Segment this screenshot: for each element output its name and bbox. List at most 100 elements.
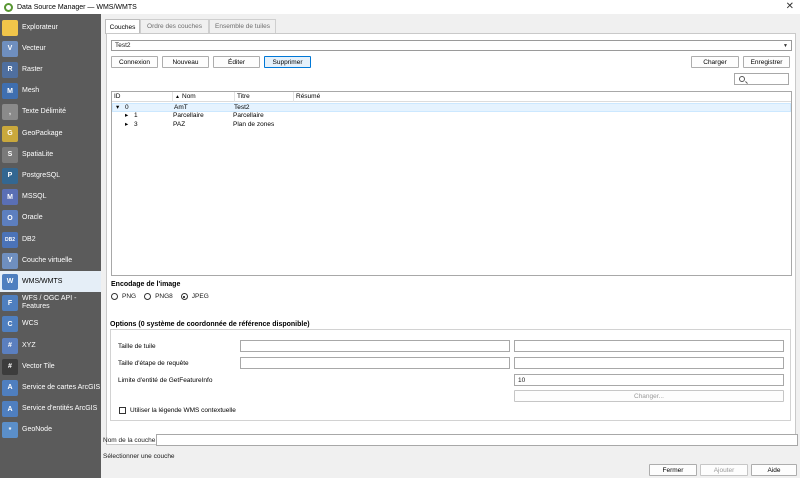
arcgis-map-icon: A (2, 379, 18, 396)
contextual-legend-checkbox[interactable] (119, 407, 126, 414)
main-area: Couches Ordre des couches Ensemble de tu… (101, 14, 800, 478)
tab-couches[interactable]: Couches (105, 19, 140, 34)
tile-height-input[interactable] (514, 340, 784, 352)
title-bar: Data Source Manager — WMS/WMTS ✕ (0, 0, 800, 14)
image-encoding-options: PNG PNG8 JPEG (111, 293, 217, 300)
sidebar-item-label: Texte Délimité (22, 108, 66, 116)
layer-name-label: Nom de la couche (103, 437, 156, 444)
wms-globe-icon: W (2, 273, 18, 290)
sidebar-item[interactable]: C WCS (0, 314, 101, 335)
sidebar-item[interactable]: # XYZ (0, 335, 101, 356)
arcgis-feature-icon: A (2, 401, 18, 418)
mesh-icon: M (2, 83, 18, 100)
step-width-input[interactable] (240, 357, 510, 369)
postgresql-icon: P (2, 167, 18, 184)
row-title: Parcellaire (233, 112, 264, 119)
column-divider (172, 92, 173, 102)
sidebar-item-label: Mesh (22, 87, 40, 95)
column-header-resume[interactable]: Résumé (296, 93, 320, 101)
vector-tile-icon: # (2, 358, 18, 375)
sidebar-item[interactable]: O Oracle (0, 208, 101, 229)
sidebar-item[interactable]: M MSSQL (0, 187, 101, 208)
mssql-icon: M (2, 189, 18, 206)
layer-name-input[interactable] (156, 434, 798, 446)
sidebar-item[interactable]: A Service de cartes ArcGIS (0, 377, 101, 398)
fermer-button[interactable]: Fermer (649, 464, 697, 476)
row-id: 0 (125, 104, 129, 111)
aide-button[interactable]: Aide (751, 464, 797, 476)
column-header-titre[interactable]: Titre (237, 93, 250, 101)
sidebar-item[interactable]: G GeoPackage (0, 123, 101, 144)
sidebar-item[interactable]: A Service d'entités ArcGIS (0, 399, 101, 420)
spatialite-icon: S (2, 146, 18, 163)
sidebar-item-label: Couche virtuelle (22, 256, 73, 264)
row-name: PAZ (173, 121, 186, 128)
sidebar-item-label: Service de cartes ArcGIS (22, 383, 101, 391)
sidebar-item[interactable]: W WMS/WMTS (0, 271, 101, 293)
expand-toggle-icon[interactable]: ▾ (116, 104, 119, 112)
nouveau-button[interactable]: Nouveau (162, 56, 209, 68)
supprimer-button[interactable]: Supprimer (264, 56, 311, 68)
table-row[interactable]: ▸ 3 PAZ Plan de zones (112, 121, 791, 130)
changer-button[interactable]: Changer... (514, 390, 784, 402)
sidebar-item[interactable]: R Raster (0, 59, 101, 80)
column-header-nom[interactable]: Nom (182, 93, 196, 101)
tile-size-label: Taille de tuile (118, 343, 156, 350)
charger-button[interactable]: Charger (691, 56, 739, 68)
sidebar-item[interactable]: F WFS / OGC API - Features (0, 293, 101, 314)
sidebar-item[interactable]: P PostgreSQL (0, 165, 101, 186)
connection-select[interactable]: Test2 ▼ (111, 40, 792, 51)
column-header-id[interactable]: ID (114, 93, 121, 101)
png-radio[interactable] (111, 293, 118, 300)
row-name: AmT (174, 104, 188, 111)
xyz-grid-icon: # (2, 337, 18, 354)
sidebar-item-label: WCS (22, 320, 39, 328)
sidebar-item-label: MSSQL (22, 193, 47, 201)
tile-width-input[interactable] (240, 340, 510, 352)
expand-toggle-icon[interactable]: ▸ (125, 121, 128, 129)
feature-limit-input[interactable]: 10 (514, 374, 784, 386)
sidebar-item[interactable]: S SpatiaLite (0, 144, 101, 165)
sidebar-item-label: GeoNode (22, 426, 52, 434)
table-row[interactable]: ▸ 1 Parcellaire Parcellaire (112, 112, 791, 121)
close-window-icon[interactable]: ✕ (786, 1, 794, 12)
sidebar-item[interactable]: V Vecteur (0, 38, 101, 59)
png-radio-label: PNG (122, 293, 137, 300)
editer-button[interactable]: Éditer (213, 56, 260, 68)
virtual-layer-icon: V (2, 252, 18, 269)
jpeg-radio[interactable] (180, 293, 188, 300)
table-row[interactable]: ▾ 0 AmT Test2 (112, 103, 791, 112)
layers-tree[interactable]: ID ▲ Nom Titre Résumé ▾ 0 AmT Test2 ▸ 1 Parcel… (111, 91, 792, 276)
geonode-icon: * (2, 422, 18, 439)
layer-search-input[interactable] (734, 73, 789, 85)
column-divider (293, 92, 294, 102)
sidebar-item[interactable]: M Mesh (0, 81, 101, 102)
row-title: Plan de zones (233, 121, 275, 128)
contextual-legend-label: Utiliser la légende WMS contextuelle (130, 407, 236, 414)
row-id: 1 (134, 112, 138, 119)
sidebar-item-label: XYZ (22, 341, 36, 349)
step-height-input[interactable] (514, 357, 784, 369)
tab-ordre-des-couches[interactable]: Ordre des couches (140, 19, 209, 33)
jpeg-radio-label: JPEG (191, 293, 209, 300)
connexion-button[interactable]: Connexion (111, 56, 158, 68)
sidebar-item[interactable]: # Vector Tile (0, 356, 101, 377)
tab-ensemble-de-tuiles[interactable]: Ensemble de tuiles (209, 19, 276, 33)
qgis-logo-icon (4, 2, 13, 12)
sidebar-item[interactable]: DB2 DB2 (0, 229, 101, 250)
ajouter-button[interactable]: Ajouter (700, 464, 748, 476)
image-encoding-label: Encodage de l'image (111, 281, 181, 288)
sidebar-item[interactable]: , Texte Délimité (0, 102, 101, 123)
enregistrer-button[interactable]: Enregistrer (743, 56, 790, 68)
sidebar-item[interactable]: * GeoNode (0, 420, 101, 441)
png8-radio[interactable] (144, 293, 152, 300)
wcs-globe-icon: C (2, 316, 18, 333)
sidebar-item[interactable]: Explorateur (0, 17, 101, 38)
expand-toggle-icon[interactable]: ▸ (125, 112, 128, 120)
folder-icon (2, 19, 18, 36)
geopackage-icon: G (2, 125, 18, 142)
sidebar-item[interactable]: V Couche virtuelle (0, 250, 101, 271)
sidebar-item-label: Vecteur (22, 44, 46, 52)
status-text: Sélectionner une couche (103, 453, 175, 460)
sidebar-item-label: GeoPackage (22, 129, 63, 137)
